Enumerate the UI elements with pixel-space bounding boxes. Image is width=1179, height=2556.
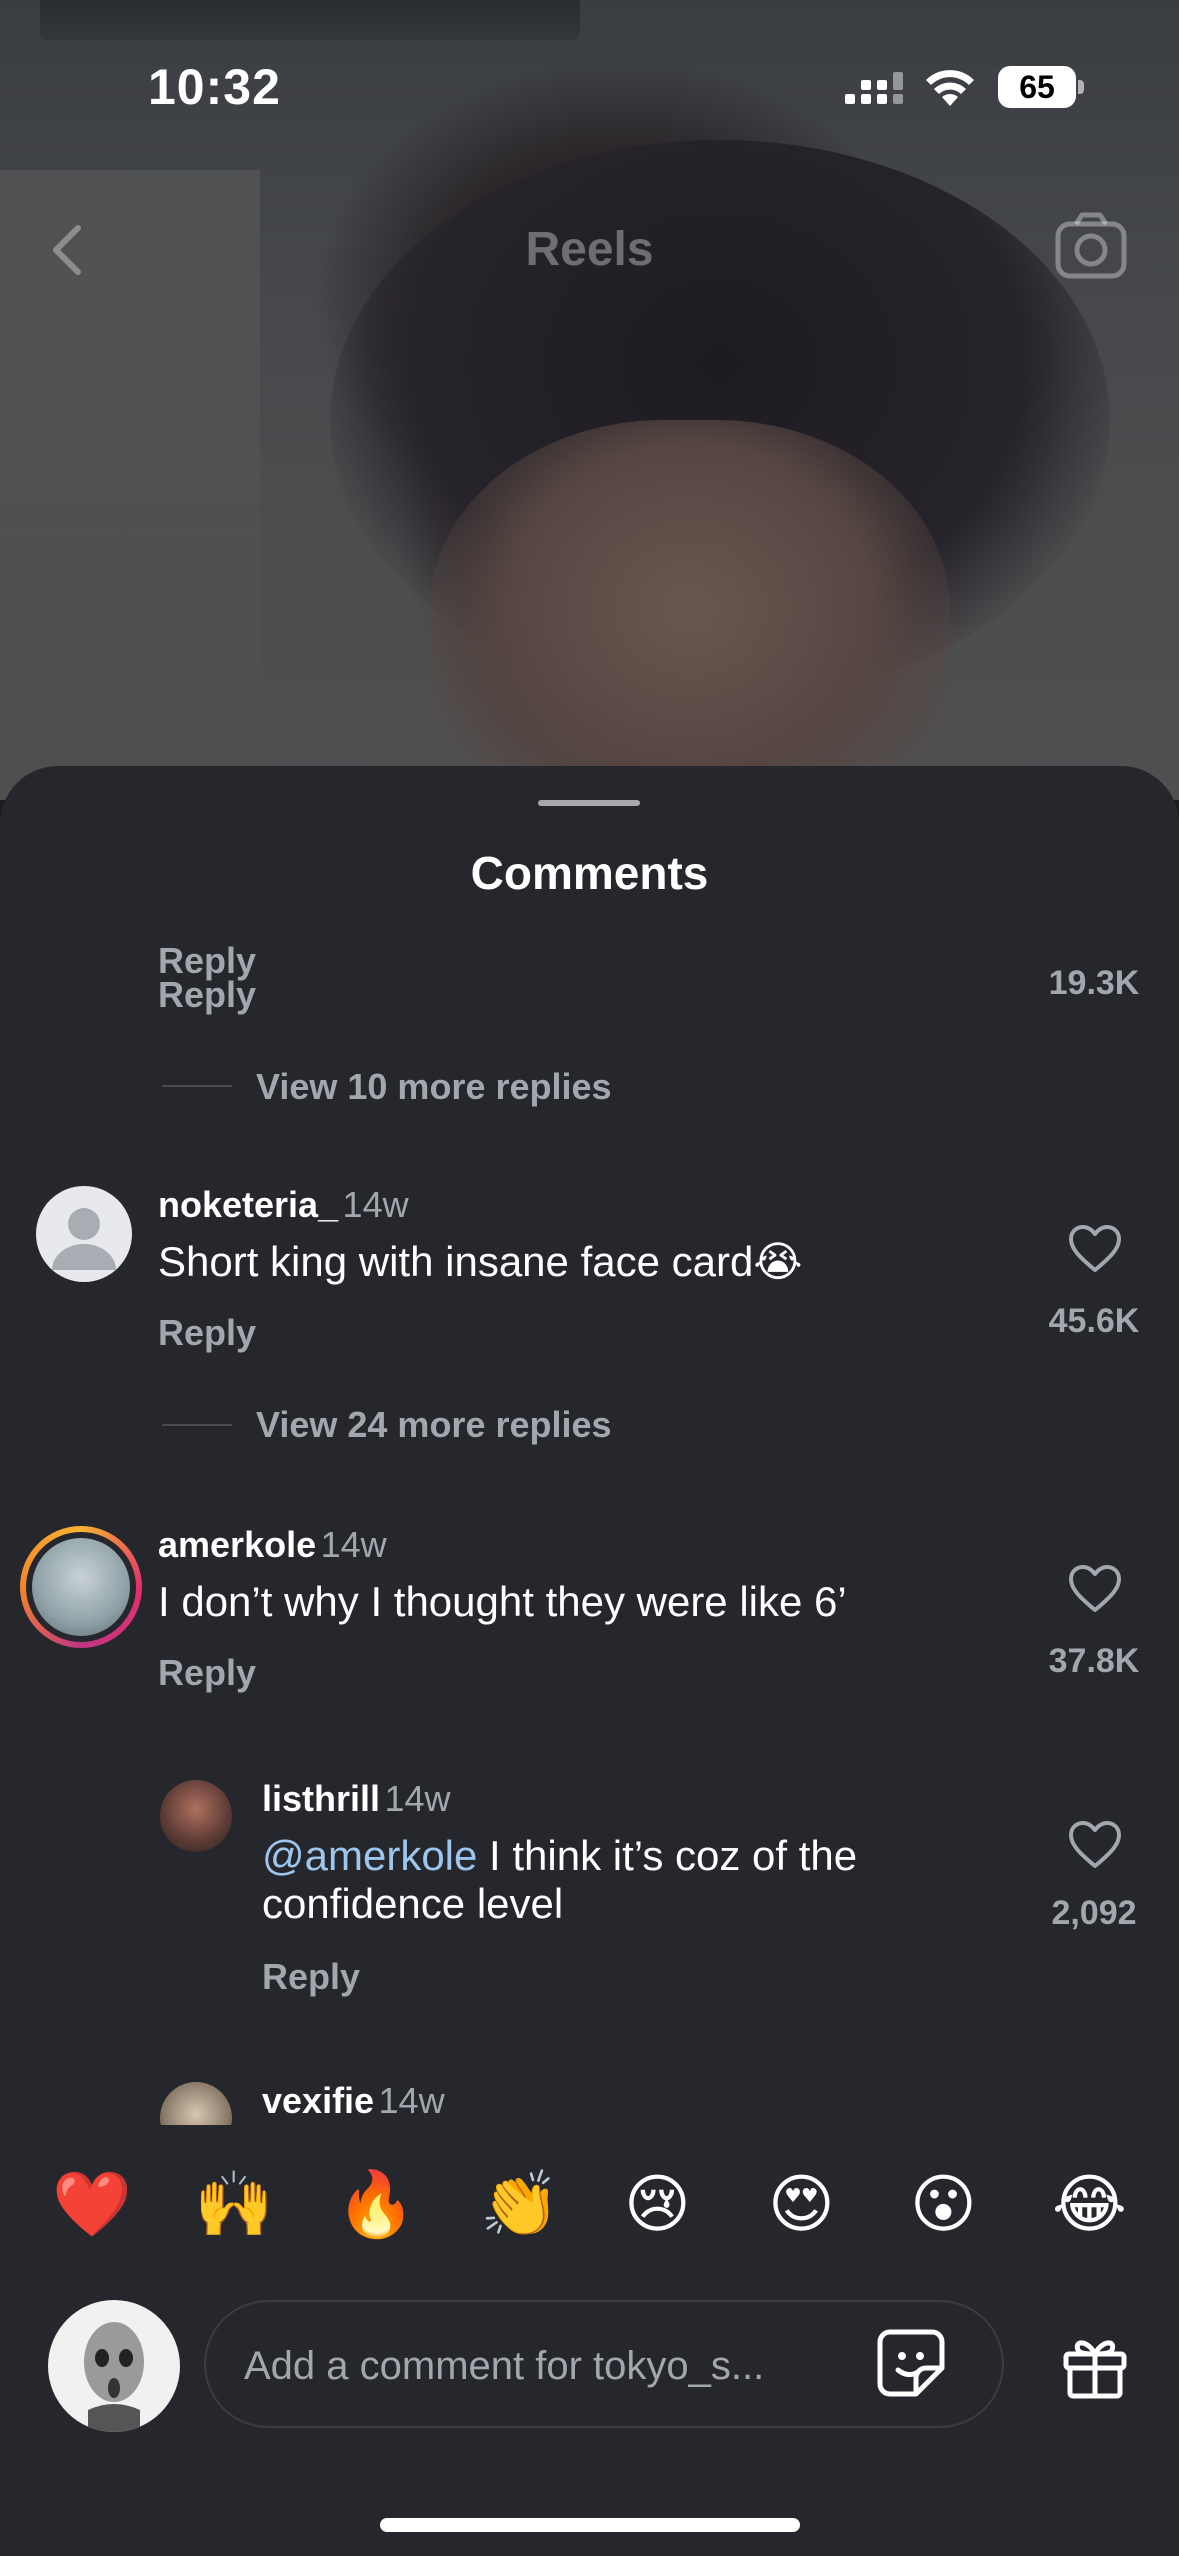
comment-meta: vexifie 14w xyxy=(262,2080,445,2122)
divider xyxy=(162,1085,232,1087)
avatar-illustration xyxy=(84,2322,144,2432)
battery-indicator: 65 xyxy=(998,66,1076,108)
username[interactable]: listhrill xyxy=(262,1778,380,1819)
comment-text: I don’t why I thought they were like 6’ xyxy=(158,1578,847,1625)
heart-outline-icon[interactable] xyxy=(1068,1564,1122,1614)
comment-text-line2: confidence level xyxy=(262,1880,564,1927)
heart-outline-icon[interactable] xyxy=(1068,1224,1122,1274)
reply-button[interactable]: Reply xyxy=(158,974,256,1016)
emoji-reaction-bar xyxy=(0,2125,1179,2295)
heart-outline-icon[interactable] xyxy=(1068,1820,1122,1870)
emoji-raised-hands[interactable]: 🙌 xyxy=(194,2168,274,2240)
camera-icon[interactable] xyxy=(1054,210,1128,284)
avatar[interactable] xyxy=(36,1186,132,1282)
timestamp: 14w xyxy=(378,2080,445,2121)
drag-handle[interactable] xyxy=(538,800,640,806)
emoji-surprised[interactable]: 😮 xyxy=(910,2168,977,2240)
timestamp: 14w xyxy=(320,1524,387,1565)
like-count: 45.6K xyxy=(1048,1302,1140,1340)
comment-text-line1: I think it’s coz of the xyxy=(477,1832,858,1879)
reply-button[interactable]: Reply xyxy=(158,1312,256,1354)
like-count: 37.8K xyxy=(1048,1642,1140,1680)
emoji-fire[interactable]: 🔥 xyxy=(336,2168,416,2240)
page-title: Reels xyxy=(525,223,654,276)
divider xyxy=(162,1424,232,1426)
view-more-replies-button[interactable]: View 10 more replies xyxy=(256,1066,612,1108)
comment-input[interactable] xyxy=(242,2330,846,2402)
comment-meta: noketeria_ 14w xyxy=(158,1184,409,1226)
comment-text: Short king with insane face card😭 xyxy=(158,1238,803,1285)
emoji-laughing[interactable]: 😂 xyxy=(1052,2168,1127,2240)
view-more-replies-button[interactable]: View 24 more replies xyxy=(256,1404,612,1446)
battery-cap xyxy=(1078,80,1084,94)
emoji-heart-eyes[interactable]: 😍 xyxy=(768,2168,835,2240)
gift-icon[interactable] xyxy=(1060,2330,1130,2400)
cellular-signal-icon xyxy=(845,72,903,104)
home-indicator xyxy=(380,2518,800,2532)
timestamp: 14w xyxy=(384,1778,451,1819)
timestamp: 14w xyxy=(342,1184,409,1225)
default-user-icon xyxy=(52,1208,116,1270)
reply-button[interactable]: Reply xyxy=(158,1652,256,1694)
emoji-crying[interactable]: 😢 xyxy=(624,2168,691,2240)
comment-text: @amerkole I think it’s coz of the confid… xyxy=(262,1832,942,1928)
comment-meta: listhrill 14w xyxy=(262,1778,451,1820)
my-avatar[interactable] xyxy=(48,2300,180,2432)
avatar[interactable] xyxy=(160,1780,232,1852)
mention-link[interactable]: @amerkole xyxy=(262,1832,477,1879)
reply-button[interactable]: Reply xyxy=(262,1956,360,1998)
avatar-photo xyxy=(32,1538,130,1636)
username[interactable]: amerkole xyxy=(158,1524,316,1565)
username[interactable]: vexifie xyxy=(262,2080,374,2121)
wifi-icon xyxy=(926,70,974,106)
like-count: 2,092 xyxy=(1051,1894,1137,1932)
username[interactable]: noketeria_ xyxy=(158,1184,338,1225)
status-time: 10:32 xyxy=(148,59,281,115)
emoji-clap[interactable]: 👏 xyxy=(480,2168,560,2240)
sticker-icon[interactable] xyxy=(876,2328,946,2398)
comment-meta: amerkole 14w xyxy=(158,1524,387,1566)
sheet-title: Comments xyxy=(470,847,709,899)
avatar-story-ring[interactable] xyxy=(20,1526,142,1648)
emoji-heart[interactable]: ❤️ xyxy=(52,2168,132,2240)
like-count: 19.3K xyxy=(1048,964,1140,1002)
